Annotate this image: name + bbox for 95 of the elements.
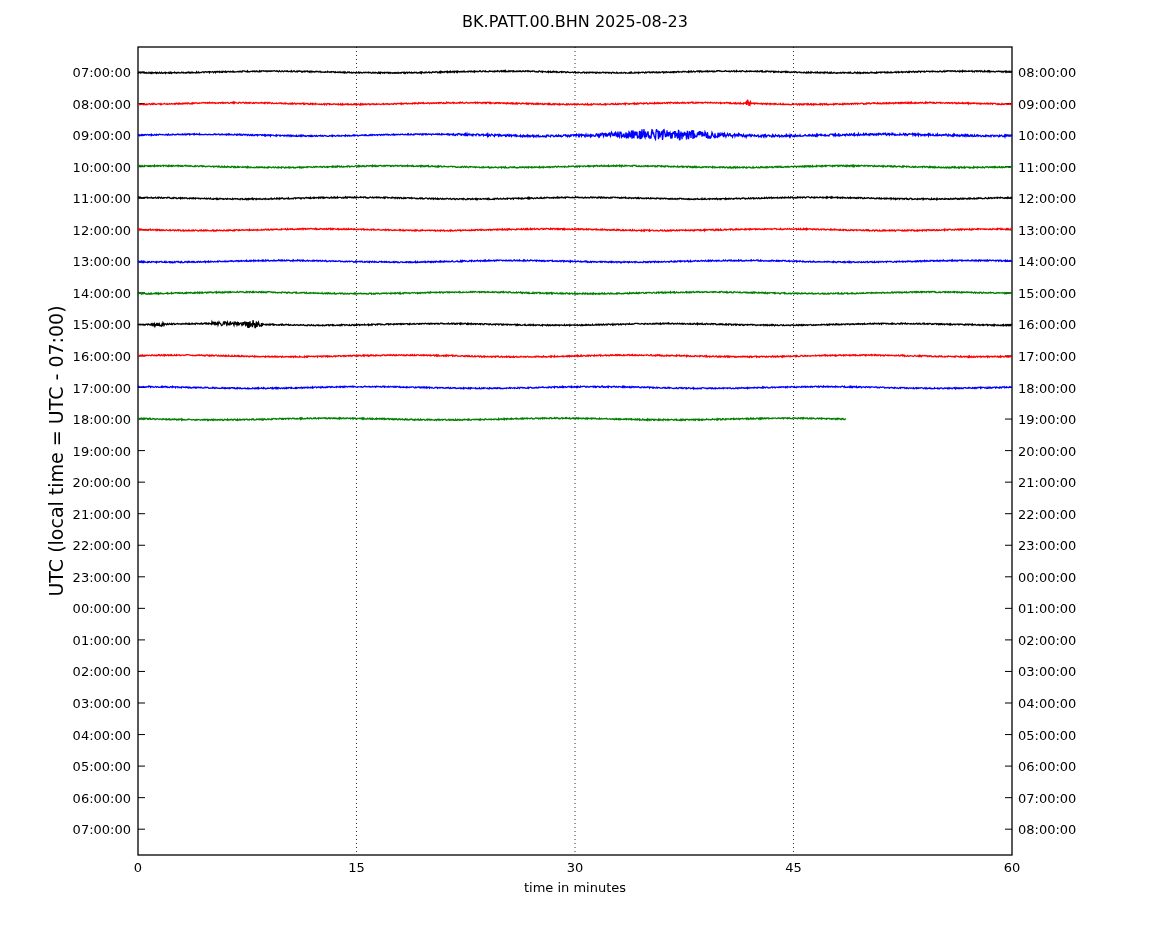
right-tick-label: 07:00:00	[1018, 790, 1077, 806]
tick-mark	[1004, 450, 1013, 452]
tick-mark	[137, 418, 146, 420]
x-tick-label: 60	[1003, 860, 1021, 875]
tick-mark	[137, 355, 146, 357]
y-tick-label: 03:00:00	[72, 696, 131, 711]
tick-mark	[137, 797, 146, 799]
right-tick-label: 13:00:00	[1018, 222, 1077, 238]
y-tick-label: 01:00:00	[72, 632, 131, 648]
y-tick-label: 09:00:00	[72, 128, 131, 144]
tick-mark	[137, 765, 146, 767]
right-tick-label: 23:00:00	[1018, 538, 1077, 554]
tick-mark	[1004, 481, 1013, 483]
x-tick-label: 30	[566, 860, 584, 875]
tick-mark	[1004, 797, 1013, 799]
tick-mark	[137, 670, 146, 672]
right-tick-label: 21:00:00	[1018, 475, 1077, 491]
tick-mark	[137, 292, 146, 294]
tick-mark	[1004, 355, 1013, 357]
right-tick-label: 09:00:00	[1018, 96, 1077, 112]
y-tick-label: 20:00:00	[72, 475, 131, 491]
tick-mark	[137, 450, 146, 452]
y-tick-label: 23:00:00	[72, 569, 131, 585]
right-tick-label: 22:00:00	[1018, 506, 1077, 522]
x-tick-label: 45	[785, 860, 802, 875]
tick-mark	[1004, 323, 1013, 325]
tick-mark	[137, 607, 146, 609]
y-tick-label: 07:00:00	[72, 65, 131, 80]
right-tick-label: 12:00:00	[1018, 191, 1077, 207]
right-tick-label: 17:00:00	[1018, 348, 1077, 364]
right-tick-label: 08:00:00	[1018, 65, 1077, 80]
y-tick-label: 16:00:00	[72, 348, 131, 364]
right-tick-label: 03:00:00	[1018, 664, 1077, 680]
right-tick-label: 02:00:00	[1018, 632, 1077, 648]
x-axis-label: time in minutes	[523, 880, 627, 895]
right-tick-label: 06:00:00	[1018, 759, 1077, 775]
tick-mark	[137, 513, 146, 515]
y-tick-label: 02:00:00	[72, 664, 131, 680]
y-tick-label: 15:00:00	[72, 317, 131, 333]
tick-mark	[1004, 828, 1013, 830]
tick-mark	[1004, 134, 1013, 136]
y-tick-label: 05:00:00	[72, 759, 131, 775]
x-tick-label: 15	[348, 860, 365, 875]
tick-mark	[1004, 702, 1013, 704]
y-tick-label: 13:00:00	[72, 254, 131, 270]
y-tick-label: 04:00:00	[72, 727, 131, 743]
tick-mark	[137, 197, 146, 199]
y-tick-label: 19:00:00	[72, 443, 131, 459]
tick-mark	[137, 734, 146, 736]
tick-mark	[1004, 513, 1013, 515]
y-tick-label: 21:00:00	[72, 506, 131, 522]
tick-mark	[137, 481, 146, 483]
right-tick-label: 11:00:00	[1018, 159, 1077, 175]
tick-mark	[137, 71, 146, 73]
chart-title: BK.PATT.00.BHN 2025-08-23	[462, 12, 688, 31]
tick-mark	[1004, 639, 1013, 641]
tick-mark	[1004, 418, 1013, 420]
tick-mark	[137, 544, 146, 546]
tick-mark	[1004, 607, 1013, 609]
y-tick-label: 10:00:00	[72, 159, 131, 175]
y-tick-label: 14:00:00	[72, 285, 131, 301]
y-tick-label: 22:00:00	[72, 538, 131, 554]
tick-mark	[137, 702, 146, 704]
tick-mark	[1004, 670, 1013, 672]
right-tick-label: 00:00:00	[1018, 569, 1077, 585]
tick-mark	[137, 639, 146, 641]
right-tick-label: 10:00:00	[1018, 128, 1077, 144]
tick-mark	[137, 166, 146, 168]
right-tick-label: 14:00:00	[1018, 254, 1077, 270]
x-tick-label: 0	[133, 860, 143, 875]
right-tick-label: 08:00:00	[1018, 822, 1077, 838]
tick-mark	[1004, 734, 1013, 736]
right-tick-label: 19:00:00	[1018, 412, 1077, 428]
tick-mark	[137, 828, 146, 830]
y-tick-label: 18:00:00	[72, 412, 131, 428]
right-tick-label: 16:00:00	[1018, 317, 1077, 333]
y-tick-label: 17:00:00	[72, 380, 131, 396]
y-tick-label: 11:00:00	[72, 191, 131, 207]
tick-mark	[137, 576, 146, 578]
tick-mark	[1004, 765, 1013, 767]
y-tick-label: 12:00:00	[72, 222, 131, 238]
y-tick-label: 06:00:00	[72, 790, 131, 806]
right-tick-label: 15:00:00	[1018, 285, 1077, 301]
tick-mark	[137, 103, 146, 105]
y-tick-label: 07:00:00	[72, 822, 131, 838]
tick-mark	[1004, 576, 1013, 578]
y-tick-label: 08:00:00	[72, 96, 131, 112]
right-tick-label: 18:00:00	[1018, 380, 1077, 396]
right-tick-label: 01:00:00	[1018, 601, 1077, 617]
right-tick-label: 04:00:00	[1018, 696, 1077, 711]
y-tick-label: 00:00:00	[72, 601, 131, 617]
right-tick-label: 05:00:00	[1018, 727, 1077, 743]
tick-mark	[1004, 544, 1013, 546]
y-axis-label: UTC (local time = UTC - 07:00)	[45, 305, 67, 597]
right-tick-label: 20:00:00	[1018, 443, 1077, 459]
